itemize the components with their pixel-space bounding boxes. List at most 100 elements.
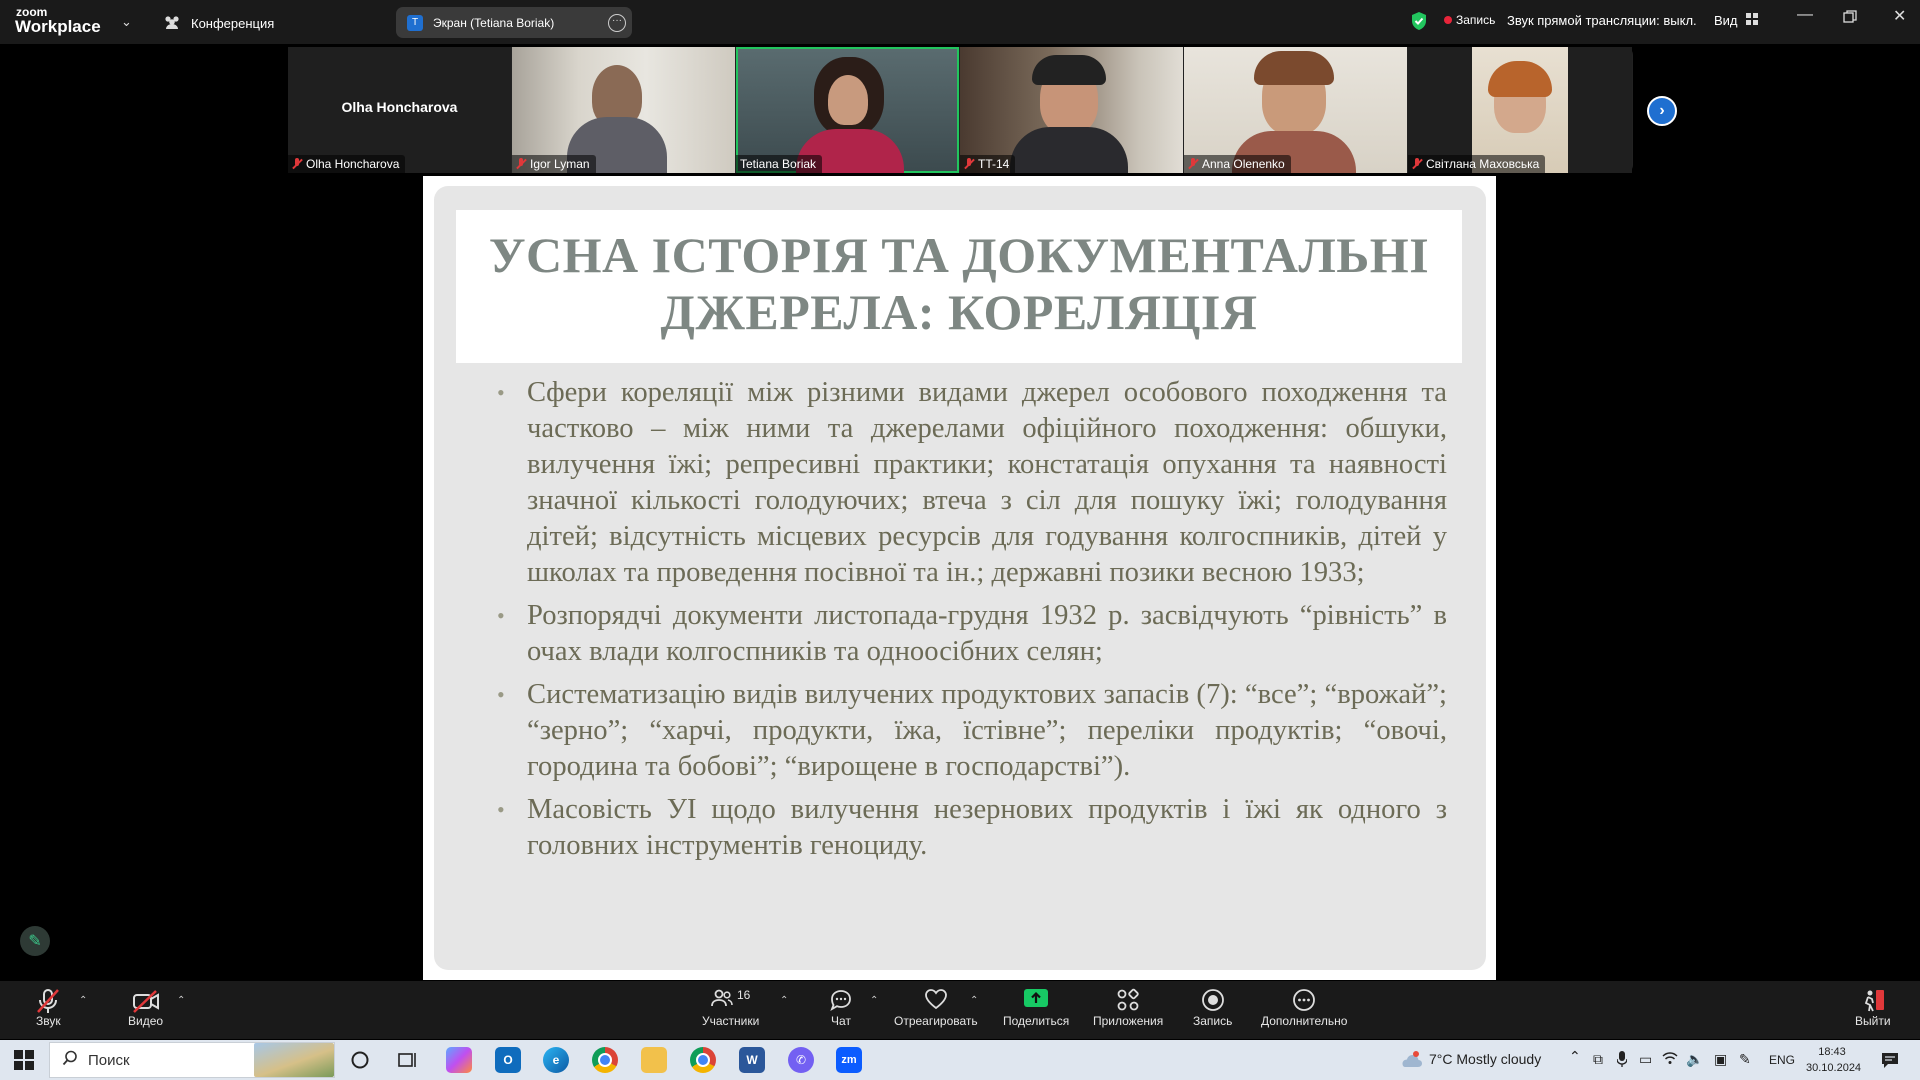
search-highlight-image: [254, 1043, 334, 1077]
chevron-up-icon[interactable]: ⌃: [970, 995, 978, 1006]
slide-bullet: • Сфери кореляції між різними видами джер…: [497, 377, 1447, 588]
chrome-profile-icon[interactable]: [690, 1047, 716, 1073]
view-menu[interactable]: Вид: [1714, 13, 1758, 28]
video-button[interactable]: Видео: [128, 988, 163, 1028]
react-label: Отреагировать: [894, 1014, 978, 1028]
participant-tile[interactable]: TT-14: [960, 47, 1183, 173]
weather-text[interactable]: 7°C Mostly cloudy: [1429, 1051, 1541, 1067]
mic-muted-icon: [292, 158, 302, 170]
participant-tile-active-speaker[interactable]: Tetiana Boriak: [736, 47, 959, 173]
slide-title-line-2: ДЖЕРЕЛА: КОРЕЛЯЦІЯ: [660, 284, 1258, 340]
participant-name-label: Anna Olenenko: [1184, 155, 1291, 173]
notifications-icon[interactable]: [1880, 1050, 1900, 1075]
volume-icon[interactable]: 🔈: [1686, 1051, 1703, 1068]
zoom-logo-workplace: Workplace: [15, 17, 101, 36]
recording-indicator[interactable]: Запись: [1444, 13, 1495, 27]
battery-icon[interactable]: ▭: [1639, 1051, 1652, 1068]
slide-bullet: • Масовість УІ щодо вилучення незернових …: [497, 794, 1447, 861]
meeting-label: Конференция: [191, 16, 275, 31]
zoom-taskbar-icon[interactable]: zm: [836, 1047, 862, 1073]
clock-time: 18:43: [1818, 1046, 1846, 1058]
share-label: Экран (Tetiana Boriak): [433, 15, 555, 30]
meeting-menu[interactable]: Конференция: [163, 14, 274, 33]
record-label: Запись: [1193, 1014, 1233, 1028]
task-view-icon[interactable]: [398, 1050, 418, 1075]
leave-button[interactable]: Выйти: [1855, 988, 1891, 1028]
meeting-icon: [163, 14, 181, 33]
participant-tile[interactable]: Anna Olenenko: [1184, 47, 1407, 173]
view-label: Вид: [1714, 13, 1738, 28]
chevron-up-icon[interactable]: ⌃: [780, 995, 788, 1006]
next-page-arrow-icon[interactable]: ›: [1647, 96, 1677, 126]
mic-muted-icon: [1188, 158, 1198, 170]
outlook-icon[interactable]: O: [495, 1047, 521, 1073]
participant-tile[interactable]: Igor Lyman: [512, 47, 735, 173]
apps-icon: [1116, 988, 1140, 1014]
display-icon[interactable]: ▣: [1714, 1051, 1727, 1068]
edge-icon[interactable]: e: [543, 1047, 569, 1073]
participants-count: 16: [736, 988, 751, 1002]
chevron-down-icon[interactable]: ⌄: [121, 14, 132, 30]
participants-button[interactable]: 16 Участники: [702, 988, 759, 1028]
input-language[interactable]: ENG: [1769, 1053, 1795, 1067]
search-placeholder: Поиск: [88, 1051, 130, 1069]
share-screen-button[interactable]: Поделиться: [1003, 988, 1069, 1028]
windows-start-icon[interactable]: [14, 1050, 34, 1075]
livestream-audio-status[interactable]: Звук прямой трансляции: выкл.: [1507, 13, 1697, 28]
leave-label: Выйти: [1855, 1014, 1891, 1028]
participant-name-label: Igor Lyman: [512, 155, 596, 173]
restore-icon[interactable]: [1843, 10, 1857, 29]
chevron-up-icon[interactable]: ⌃: [1569, 1048, 1581, 1065]
more-options-icon: [1292, 988, 1316, 1014]
copilot-icon[interactable]: [446, 1047, 472, 1073]
apps-label: Приложения: [1093, 1014, 1164, 1028]
participant-tile[interactable]: Olha Honcharova Olha Honcharova: [288, 47, 511, 173]
more-label: Дополнительно: [1261, 1014, 1348, 1028]
react-button[interactable]: Отреагировать: [894, 988, 978, 1028]
annotate-pencil-icon[interactable]: ✎: [20, 926, 50, 956]
record-label: Запись: [1456, 13, 1496, 27]
screen-share-pill[interactable]: T Экран (Tetiana Boriak) ···: [396, 7, 632, 38]
slide-bullet: • Систематизацію видів вилучених продукто…: [497, 679, 1447, 782]
slide-bullet: • Розпорядчі документи листопада-грудня 1…: [497, 600, 1447, 667]
viber-icon[interactable]: ✆: [788, 1047, 814, 1073]
meet-now-icon[interactable]: ⧉: [1593, 1051, 1603, 1068]
taskbar-search[interactable]: Поиск: [49, 1042, 335, 1078]
word-icon[interactable]: W: [739, 1047, 765, 1073]
wifi-icon[interactable]: [1662, 1051, 1678, 1068]
more-button[interactable]: Дополнительно: [1261, 988, 1347, 1028]
mic-muted-icon: [36, 988, 60, 1014]
participants-label: Участники: [702, 1014, 760, 1028]
grid-view-icon: [1745, 13, 1758, 28]
sharer-avatar: T: [407, 14, 423, 31]
mic-muted-icon: [964, 158, 974, 170]
participants-icon: [711, 988, 733, 1015]
minimize-icon[interactable]: —: [1797, 6, 1813, 24]
microphone-icon[interactable]: [1616, 1051, 1628, 1070]
participant-display-name: Olha Honcharova: [341, 99, 458, 115]
shield-icon[interactable]: [1410, 11, 1428, 36]
taskbar-clock[interactable]: 18:43 30.10.2024: [1806, 1044, 1861, 1076]
chat-label: Чат: [831, 1014, 851, 1028]
more-options-icon[interactable]: ···: [608, 13, 626, 32]
apps-button[interactable]: Приложения: [1093, 988, 1163, 1028]
share-screen-icon: [1023, 988, 1049, 1014]
chevron-up-icon[interactable]: ⌃: [79, 995, 87, 1006]
share-label: Поделиться: [1003, 1014, 1070, 1028]
participant-name-label: Світлана Маховська: [1408, 155, 1546, 173]
chat-icon: [829, 988, 853, 1014]
chat-button[interactable]: Чат: [829, 988, 853, 1028]
file-explorer-icon[interactable]: [641, 1047, 667, 1073]
record-button[interactable]: Запись: [1193, 988, 1232, 1028]
video-label: Видео: [128, 1014, 164, 1028]
chrome-icon[interactable]: [592, 1047, 618, 1073]
search-icon: [62, 1050, 78, 1070]
chevron-up-icon[interactable]: ⌃: [177, 995, 185, 1006]
slide-title-line-1: УСНА ІСТОРІЯ ТА ДОКУМЕНТАЛЬНІ: [488, 227, 1430, 283]
pen-icon[interactable]: ✎: [1739, 1051, 1751, 1068]
participant-tile[interactable]: Світлана Маховська: [1408, 47, 1632, 173]
audio-button[interactable]: Звук: [36, 988, 61, 1028]
chevron-up-icon[interactable]: ⌃: [870, 995, 878, 1006]
cortana-icon[interactable]: [350, 1050, 370, 1075]
close-icon[interactable]: ✕: [1893, 6, 1906, 26]
